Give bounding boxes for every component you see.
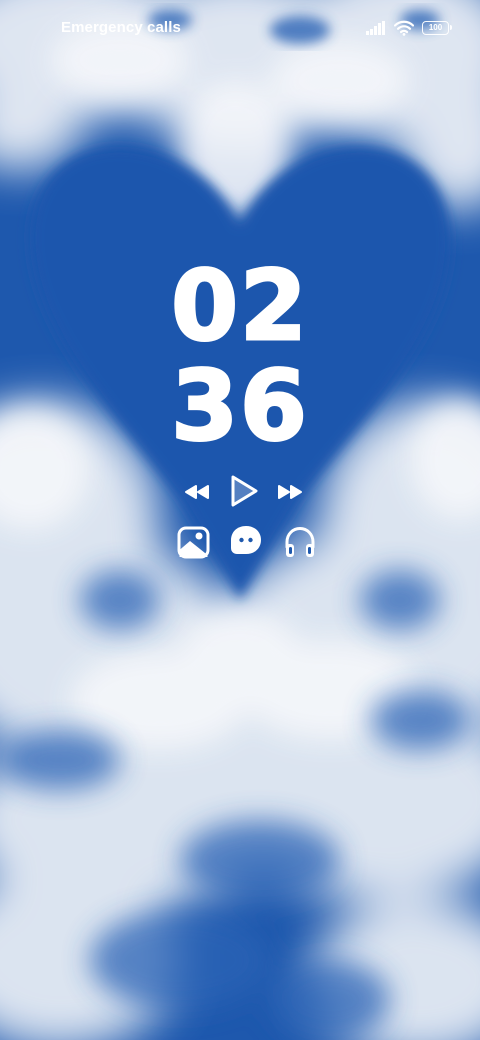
carrier-text: Emergency calls: [61, 19, 181, 36]
battery-level: 100: [428, 23, 443, 32]
battery-icon: 100: [422, 21, 452, 35]
lock-shortcuts: [0, 522, 480, 562]
play-icon[interactable]: [229, 474, 259, 508]
wifi-icon: [394, 20, 414, 36]
gallery-icon[interactable]: [177, 526, 210, 559]
wallpaper: [0, 0, 480, 1040]
status-icons: 100: [366, 19, 452, 37]
clock-minutes: 36: [170, 350, 309, 462]
next-icon[interactable]: [276, 484, 304, 500]
status-bar: Emergency calls 100: [0, 0, 480, 56]
clock-hours: 02: [170, 250, 309, 362]
chat-icon[interactable]: [229, 524, 263, 558]
media-controls: [0, 470, 480, 514]
signal-icon: [366, 21, 385, 35]
previous-icon[interactable]: [183, 484, 211, 500]
lock-screen: Emergency calls 100 02 36: [0, 0, 480, 1040]
headphones-icon[interactable]: [283, 525, 317, 559]
